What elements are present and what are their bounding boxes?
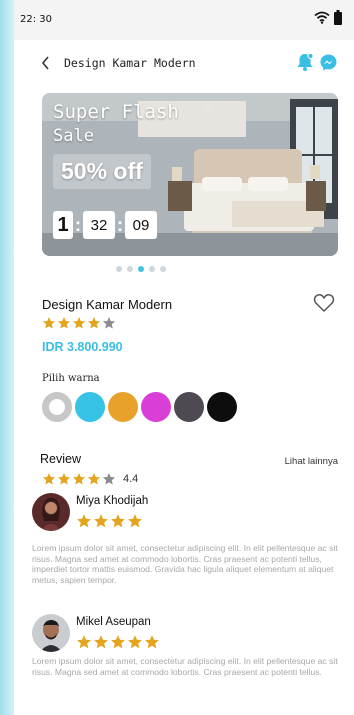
carousel-indicator	[116, 266, 166, 272]
review-score: 4.4	[123, 473, 139, 485]
carousel-dot[interactable]	[138, 266, 144, 272]
wifi-icon	[314, 11, 330, 24]
star-filled-icon	[94, 635, 108, 649]
background-edge	[0, 0, 14, 715]
promo-subheadline: Sale	[53, 126, 94, 146]
reviewer-rating	[76, 634, 160, 650]
star-filled-icon	[42, 473, 56, 485]
reviewer-name: Miya Khodijah	[76, 495, 149, 507]
countdown-hours: 1	[53, 211, 73, 239]
star-filled-icon	[77, 635, 91, 649]
star-filled-icon	[87, 317, 101, 329]
avatar	[32, 614, 70, 652]
color-swatch[interactable]	[174, 392, 204, 422]
reviewer-avatar-image	[32, 493, 70, 531]
star-filled-icon	[72, 473, 86, 485]
app-header: Design Kamar Modern	[14, 48, 354, 78]
color-swatch[interactable]	[108, 392, 138, 422]
reviewer-name: Mikel Aseupan	[76, 616, 151, 628]
promo-banner[interactable]: Super Flash Sale 50% off 1 : 32 : 09	[42, 93, 338, 256]
battery-icon	[334, 10, 342, 25]
status-bar: 22: 30	[14, 0, 354, 40]
carousel-dot[interactable]	[116, 266, 122, 272]
reviewer-rating	[76, 513, 143, 529]
header-actions	[295, 52, 338, 72]
page-title: Design Kamar Modern	[64, 56, 196, 70]
star-filled-icon	[72, 317, 86, 329]
discount-label: 50% off	[53, 154, 151, 189]
countdown-separator: :	[75, 214, 81, 235]
star-filled-icon	[128, 635, 142, 649]
star-empty-icon	[102, 317, 116, 329]
color-swatch[interactable]	[75, 392, 105, 422]
color-label: Pilih warna	[42, 373, 100, 384]
status-icons	[314, 10, 342, 25]
countdown-separator: :	[117, 214, 123, 235]
color-swatch[interactable]	[42, 392, 72, 422]
star-filled-icon	[57, 317, 71, 329]
phone-screen: 22: 30 Design Kamar Modern Super Flash S…	[14, 0, 354, 715]
review-rating: 4.4	[42, 472, 138, 486]
color-swatch[interactable]	[141, 392, 171, 422]
star-filled-icon	[94, 514, 108, 528]
star-filled-icon	[87, 473, 101, 485]
star-filled-icon	[57, 473, 71, 485]
carousel-dot[interactable]	[127, 266, 133, 272]
star-filled-icon	[111, 635, 125, 649]
star-filled-icon	[111, 514, 125, 528]
carousel-dot[interactable]	[149, 266, 155, 272]
review-text: Lorem ipsum dolor sit amet, consectetur …	[32, 656, 338, 677]
star-filled-icon	[42, 317, 56, 329]
product-rating	[42, 316, 116, 330]
product-name: Design Kamar Modern	[42, 297, 173, 312]
countdown-seconds: 09	[125, 211, 157, 239]
color-swatches	[42, 392, 237, 422]
star-filled-icon	[128, 514, 142, 528]
bell-icon[interactable]	[295, 52, 315, 72]
chevron-left-icon[interactable]	[38, 54, 54, 72]
star-filled-icon	[77, 514, 91, 528]
see-more-link[interactable]: Lihat lainnya	[285, 456, 338, 467]
color-swatch[interactable]	[207, 392, 237, 422]
review-title: Review	[40, 452, 81, 466]
star-empty-icon	[102, 473, 116, 485]
star-filled-icon	[145, 635, 159, 649]
countdown-minutes: 32	[83, 211, 115, 239]
avatar	[32, 493, 70, 531]
status-time: 22: 30	[20, 14, 52, 25]
carousel-dot[interactable]	[160, 266, 166, 272]
product-price: IDR 3.800.990	[42, 340, 123, 354]
messenger-icon[interactable]	[319, 53, 338, 72]
reviewer-avatar-image	[32, 614, 70, 652]
countdown-timer: 1 : 32 : 09	[53, 211, 157, 239]
promo-headline: Super Flash	[53, 101, 179, 123]
heart-outline-icon[interactable]	[313, 293, 335, 313]
review-text: Lorem ipsum dolor sit amet, consectetur …	[32, 543, 338, 585]
